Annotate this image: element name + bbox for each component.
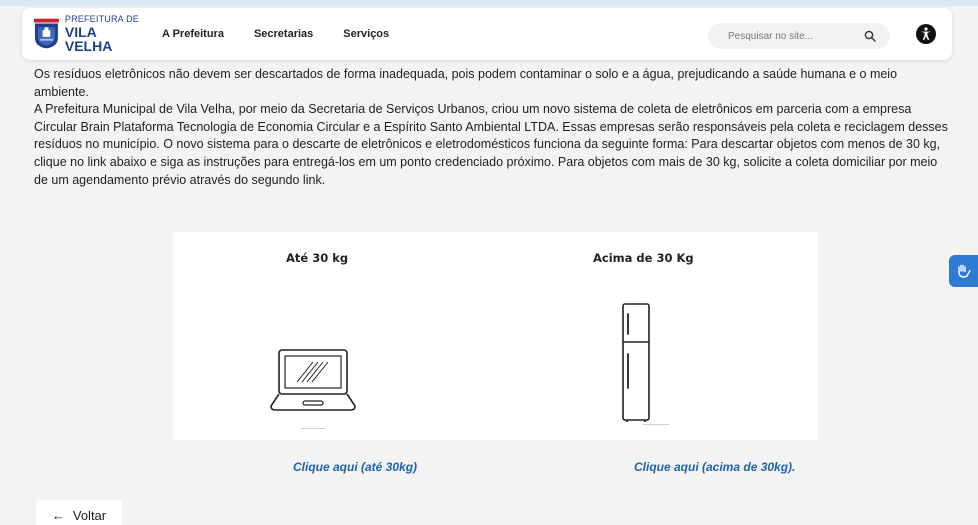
back-button[interactable]: ← Voltar <box>36 500 122 525</box>
nav-item-a-prefeitura[interactable]: A Prefeitura <box>162 28 224 40</box>
intro-paragraph: Os resíduos eletrônicos não devem ser de… <box>34 67 898 99</box>
sign-language-widget[interactable] <box>949 255 978 287</box>
top-accent-bar <box>0 0 978 6</box>
nav-item-secretarias[interactable]: Secretarias <box>254 28 313 40</box>
main-content: Os resíduos eletrônicos não devem ser de… <box>34 66 954 189</box>
link-up-to-30kg[interactable]: Clique aqui (até 30kg) <box>293 460 417 474</box>
nav-item-servicos[interactable]: Serviços <box>343 28 389 40</box>
site-header: PREFEITURA DE VILA VELHA A Prefeitura Se… <box>22 8 952 60</box>
laptop-icon <box>270 349 356 411</box>
fridge-caption-line <box>643 424 669 425</box>
city-crest-icon <box>34 18 59 49</box>
logo-top-text: PREFEITURA DE <box>64 14 139 24</box>
search-box <box>708 23 890 49</box>
site-logo[interactable]: PREFEITURA DE VILA VELHA <box>34 14 144 54</box>
link-over-30kg[interactable]: Clique aqui (acima de 30kg). <box>634 460 795 474</box>
label-up-to-30kg: Até 30 kg <box>286 251 349 265</box>
label-over-30kg: Acima de 30 Kg <box>593 251 694 265</box>
arrow-left-icon: ← <box>51 507 65 523</box>
disposal-options-card: Até 30 kg Acima de 30 Kg <box>173 232 818 440</box>
fridge-icon <box>622 303 650 422</box>
laptop-caption-line <box>301 428 325 429</box>
description-paragraph: A Prefeitura Municipal de Vila Velha, po… <box>34 102 948 187</box>
back-button-label: Voltar <box>72 507 107 523</box>
logo-bottom-text: VILA VELHA <box>64 24 113 54</box>
sign-language-icon <box>957 264 971 278</box>
search-input[interactable] <box>728 30 858 42</box>
accessibility-icon[interactable] <box>916 24 936 44</box>
search-icon[interactable] <box>864 30 876 42</box>
main-nav: A Prefeitura Secretarias Serviços <box>162 8 419 60</box>
